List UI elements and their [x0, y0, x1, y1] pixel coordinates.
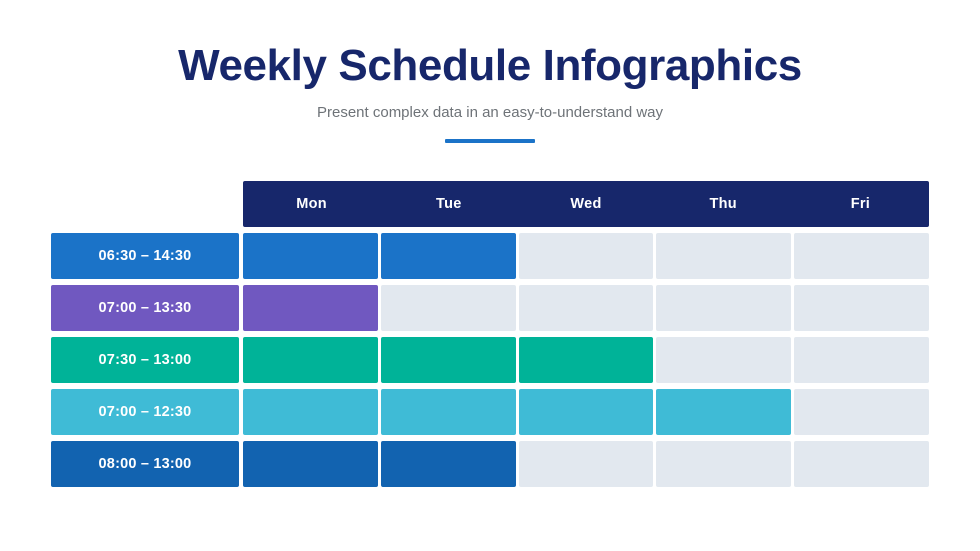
page-title: Weekly Schedule Infographics — [178, 41, 802, 90]
table-row: 07:00 – 12:30 — [51, 389, 929, 435]
schedule-cell-fri[interactable] — [794, 389, 929, 435]
table-row: 06:30 – 14:30 — [51, 233, 929, 279]
column-header-fri[interactable]: Fri — [792, 181, 929, 227]
schedule-cell-thu[interactable] — [656, 285, 792, 331]
column-header-thu[interactable]: Thu — [655, 181, 792, 227]
row-day-track — [243, 337, 929, 383]
schedule-cell-fri[interactable] — [794, 441, 929, 487]
schedule-cell-wed[interactable] — [518, 285, 654, 331]
row-time-label[interactable]: 06:30 – 14:30 — [51, 233, 239, 279]
table-row: 07:00 – 13:30 — [51, 285, 929, 331]
column-header-tue[interactable]: Tue — [380, 181, 517, 227]
schedule-cell-tue[interactable] — [380, 337, 516, 383]
schedule-cell-tue[interactable] — [380, 389, 516, 435]
column-header-wed[interactable]: Wed — [517, 181, 654, 227]
row-time-label[interactable]: 08:00 – 13:00 — [51, 441, 239, 487]
table-header-row: Mon Tue Wed Thu Fri — [51, 181, 929, 227]
page-header: Weekly Schedule Infographics Present com… — [0, 0, 980, 143]
schedule-cell-tue[interactable] — [380, 441, 516, 487]
row-time-label[interactable]: 07:00 – 12:30 — [51, 389, 239, 435]
schedule-cell-wed[interactable] — [518, 389, 654, 435]
schedule-cell-thu[interactable] — [656, 441, 792, 487]
row-day-track — [243, 389, 929, 435]
table-row: 07:30 – 13:00 — [51, 337, 929, 383]
row-day-track — [243, 233, 929, 279]
schedule-cell-fri[interactable] — [794, 285, 929, 331]
row-time-label[interactable]: 07:00 – 13:30 — [51, 285, 239, 331]
accent-divider — [445, 139, 535, 143]
header-corner-cell — [51, 181, 239, 227]
schedule-cell-thu[interactable] — [656, 389, 792, 435]
schedule-cell-wed[interactable] — [518, 337, 654, 383]
schedule-cell-tue[interactable] — [380, 285, 516, 331]
day-header-track: Mon Tue Wed Thu Fri — [243, 181, 929, 227]
schedule-cell-wed[interactable] — [518, 441, 654, 487]
schedule-cell-thu[interactable] — [656, 233, 792, 279]
row-time-label[interactable]: 07:30 – 13:00 — [51, 337, 239, 383]
table-row: 08:00 – 13:00 — [51, 441, 929, 487]
schedule-cell-mon[interactable] — [243, 233, 378, 279]
schedule-cell-wed[interactable] — [518, 233, 654, 279]
weekly-schedule-table: Mon Tue Wed Thu Fri 06:30 – 14:30 07:00 … — [51, 181, 929, 487]
schedule-cell-fri[interactable] — [794, 337, 929, 383]
schedule-cell-tue[interactable] — [380, 233, 516, 279]
schedule-cell-mon[interactable] — [243, 441, 378, 487]
schedule-cell-mon[interactable] — [243, 337, 378, 383]
schedule-cell-mon[interactable] — [243, 285, 378, 331]
page-subtitle: Present complex data in an easy-to-under… — [316, 104, 664, 121]
schedule-cell-mon[interactable] — [243, 389, 378, 435]
row-day-track — [243, 285, 929, 331]
row-day-track — [243, 441, 929, 487]
schedule-cell-fri[interactable] — [794, 233, 929, 279]
schedule-cell-thu[interactable] — [656, 337, 792, 383]
column-header-mon[interactable]: Mon — [243, 181, 380, 227]
